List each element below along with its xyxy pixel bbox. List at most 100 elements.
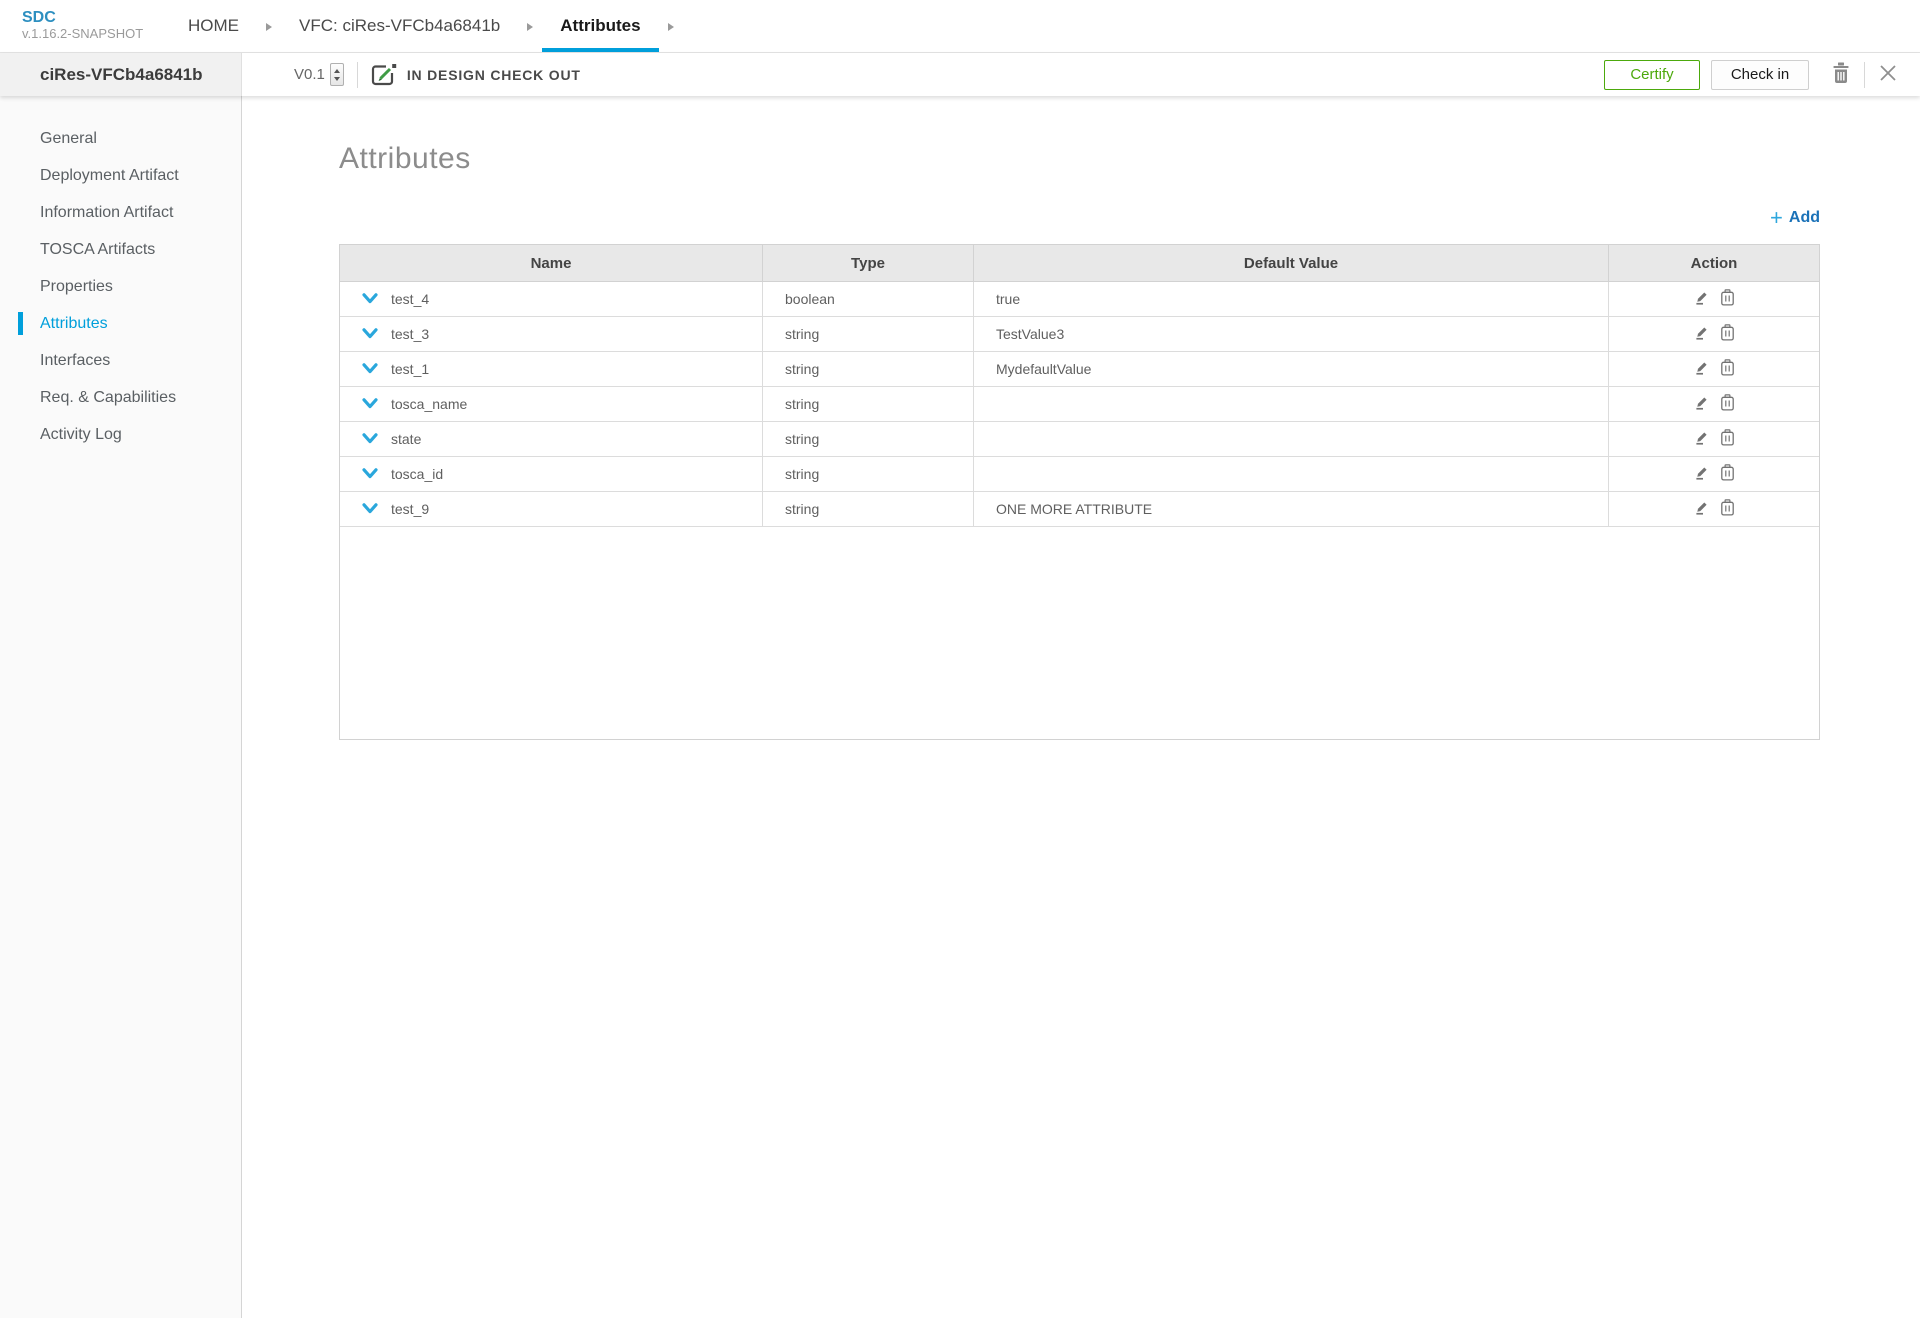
sidebar-item-deployment-artifact[interactable]: Deployment Artifact bbox=[0, 157, 241, 194]
attribute-name: state bbox=[391, 431, 422, 447]
table-row: state string bbox=[340, 422, 1819, 457]
check-in-button[interactable]: Check in bbox=[1711, 59, 1809, 90]
page-body: General Deployment Artifact Information Ar… bbox=[0, 96, 1920, 1318]
edit-icon bbox=[1693, 464, 1710, 484]
delete-icon bbox=[1720, 429, 1735, 449]
table-row: test_1 string MydefaultValue bbox=[340, 352, 1819, 387]
breadcrumb-arrow-icon bbox=[527, 23, 534, 31]
breadcrumb-arrow-icon bbox=[667, 23, 674, 31]
cell-default-value: ONE MORE ATTRIBUTE bbox=[974, 492, 1609, 526]
edit-icon bbox=[1693, 499, 1710, 519]
checkout-icon bbox=[371, 63, 397, 87]
edit-attribute-button[interactable] bbox=[1693, 499, 1710, 519]
delete-icon bbox=[1720, 359, 1735, 379]
version-selector[interactable]: V0.1 bbox=[294, 63, 344, 86]
app-version: v.1.16.2-SNAPSHOT bbox=[22, 26, 144, 41]
cell-name: tosca_id bbox=[340, 457, 763, 491]
table-row: test_4 boolean true bbox=[340, 282, 1819, 317]
attribute-name: test_9 bbox=[391, 501, 430, 517]
delete-attribute-button[interactable] bbox=[1720, 429, 1735, 449]
tab-vfc-cires-vfcb4a6841b[interactable]: VFC: ciRes-VFCb4a6841b bbox=[281, 0, 518, 52]
sidebar-item-req-capabilities[interactable]: Req. & Capabilities bbox=[0, 379, 241, 416]
lifecycle-status: IN DESIGN CHECK OUT bbox=[406, 66, 581, 83]
sidebar-item-activity-log[interactable]: Activity Log bbox=[0, 416, 241, 453]
edit-attribute-button[interactable] bbox=[1693, 359, 1710, 379]
attribute-name: tosca_id bbox=[391, 466, 444, 482]
table-row: test_3 string TestValue3 bbox=[340, 317, 1819, 352]
cell-type: string bbox=[763, 457, 974, 491]
edit-icon bbox=[1693, 324, 1710, 344]
sidebar-item-properties[interactable]: Properties bbox=[0, 268, 241, 305]
entity-toolbar: ciRes-VFCb4a6841b V0.1 IN DESIGN CHECK O… bbox=[0, 53, 1920, 96]
edit-attribute-button[interactable] bbox=[1693, 289, 1710, 309]
expand-row-button[interactable] bbox=[362, 397, 378, 412]
cell-name: test_9 bbox=[340, 492, 763, 526]
cell-name: tosca_name bbox=[340, 387, 763, 421]
cell-default-value bbox=[974, 457, 1609, 491]
breadcrumb: HOME VFC: ciRes-VFCb4a6841b Attributes bbox=[170, 0, 683, 52]
spinner-down-icon bbox=[333, 76, 340, 81]
table-header-row: Name Type Default Value Action bbox=[340, 245, 1819, 282]
edit-attribute-button[interactable] bbox=[1693, 464, 1710, 484]
add-attribute-button[interactable]: + Add bbox=[1770, 205, 1820, 230]
close-button[interactable] bbox=[1878, 63, 1898, 86]
delete-icon bbox=[1720, 464, 1735, 484]
sidebar-item-general[interactable]: General bbox=[0, 120, 241, 157]
attribute-name: test_1 bbox=[391, 361, 430, 377]
certify-button[interactable]: Certify bbox=[1604, 59, 1700, 90]
expand-row-button[interactable] bbox=[362, 362, 378, 377]
cell-name: test_1 bbox=[340, 352, 763, 386]
expand-row-button[interactable] bbox=[362, 502, 378, 517]
main-content: Attributes + Add Name Type Default Value Ac… bbox=[242, 96, 1920, 1318]
edit-attribute-button[interactable] bbox=[1693, 394, 1710, 414]
delete-attribute-button[interactable] bbox=[1720, 394, 1735, 414]
delete-attribute-button[interactable] bbox=[1720, 289, 1735, 309]
edit-attribute-button[interactable] bbox=[1693, 429, 1710, 449]
delete-entity-button[interactable] bbox=[1831, 62, 1851, 87]
chevron-down-icon bbox=[362, 397, 378, 412]
close-icon bbox=[1878, 63, 1898, 86]
attributes-table: Name Type Default Value Action test_4 boolea… bbox=[339, 244, 1820, 740]
sidebar-item-information-artifact[interactable]: Information Artifact bbox=[0, 194, 241, 231]
version-spinner[interactable] bbox=[329, 63, 344, 86]
sidebar-item-attributes[interactable]: Attributes bbox=[0, 305, 241, 342]
table-row: test_9 string ONE MORE ATTRIBUTE bbox=[340, 492, 1819, 527]
delete-attribute-button[interactable] bbox=[1720, 359, 1735, 379]
expand-row-button[interactable] bbox=[362, 432, 378, 447]
top-bar: SDC v.1.16.2-SNAPSHOT HOME VFC: ciRes-VFC… bbox=[0, 0, 1920, 53]
expand-row-button[interactable] bbox=[362, 292, 378, 307]
tab-home[interactable]: HOME bbox=[170, 0, 257, 52]
plus-icon: + bbox=[1770, 205, 1783, 230]
sidebar-item-interfaces[interactable]: Interfaces bbox=[0, 342, 241, 379]
cell-action bbox=[1609, 317, 1819, 351]
delete-attribute-button[interactable] bbox=[1720, 324, 1735, 344]
expand-row-button[interactable] bbox=[362, 327, 378, 342]
delete-icon bbox=[1720, 289, 1735, 309]
trash-icon bbox=[1831, 62, 1851, 87]
cell-type: string bbox=[763, 387, 974, 421]
cell-type: boolean bbox=[763, 282, 974, 316]
column-header-name: Name bbox=[340, 245, 763, 281]
cell-default-value: true bbox=[974, 282, 1609, 316]
edit-attribute-button[interactable] bbox=[1693, 324, 1710, 344]
delete-icon bbox=[1720, 394, 1735, 414]
expand-row-button[interactable] bbox=[362, 467, 378, 482]
cell-default-value: MydefaultValue bbox=[974, 352, 1609, 386]
chevron-down-icon bbox=[362, 292, 378, 307]
cell-type: string bbox=[763, 352, 974, 386]
cell-action bbox=[1609, 352, 1819, 386]
table-row: tosca_name string bbox=[340, 387, 1819, 422]
table-toolbar: + Add bbox=[339, 206, 1820, 230]
delete-attribute-button[interactable] bbox=[1720, 499, 1735, 519]
chevron-down-icon bbox=[362, 432, 378, 447]
column-header-default-value: Default Value bbox=[974, 245, 1609, 281]
table-body: test_4 boolean true test_3 string TestValue3 t… bbox=[340, 282, 1819, 527]
delete-attribute-button[interactable] bbox=[1720, 464, 1735, 484]
version-label: V0.1 bbox=[294, 66, 325, 83]
delete-icon bbox=[1720, 324, 1735, 344]
sidebar-item-tosca-artifacts[interactable]: TOSCA Artifacts bbox=[0, 231, 241, 268]
breadcrumb-arrow-icon bbox=[266, 23, 272, 31]
page-title: Attributes bbox=[339, 142, 471, 175]
tab-attributes[interactable]: Attributes bbox=[542, 0, 659, 52]
entity-name: ciRes-VFCb4a6841b bbox=[0, 53, 242, 96]
